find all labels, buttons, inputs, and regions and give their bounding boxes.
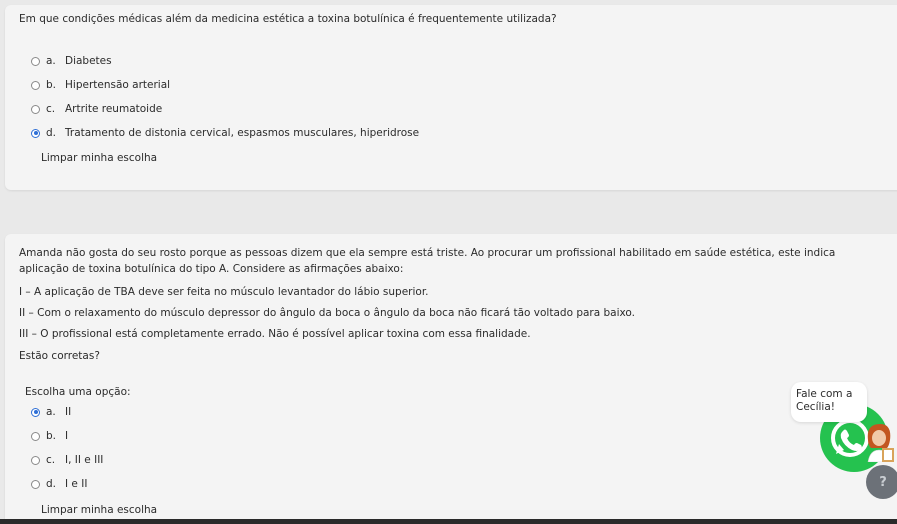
radio-icon[interactable] — [31, 104, 40, 114]
question-card-2: Amanda não gosta do seu rosto porque as … — [5, 234, 897, 524]
option-letter: d. — [46, 478, 57, 490]
statement-2: II – Com o relaxamento do músculo depres… — [19, 307, 635, 319]
choose-option-label: Escolha uma opção: — [25, 386, 131, 398]
radio-icon[interactable] — [31, 56, 40, 66]
chat-speech-bubble[interactable]: Fale com a Cecília! — [791, 382, 867, 422]
radio-icon[interactable] — [31, 431, 40, 441]
question-text-line-2: aplicação de toxina botulínica do tipo A… — [19, 262, 404, 275]
option-a[interactable]: a. Diabetes — [31, 54, 112, 68]
radio-icon[interactable] — [31, 479, 40, 489]
option-label: Artrite reumatoide — [65, 103, 163, 115]
option-c[interactable]: c. Artrite reumatoide — [31, 102, 162, 116]
option-letter: c. — [46, 103, 56, 115]
option-letter: b. — [46, 430, 57, 442]
option-label: II — [65, 406, 72, 418]
radio-icon[interactable] — [31, 455, 40, 465]
clear-choice-link[interactable]: Limpar minha escolha — [41, 152, 157, 164]
option-label: I — [65, 430, 69, 442]
option-c[interactable]: c. I, II e III — [31, 453, 103, 467]
question-text-line-1: Amanda não gosta do seu rosto porque as … — [19, 247, 836, 259]
question-prompt: Estão corretas? — [19, 350, 100, 362]
option-label: I e II — [65, 478, 88, 490]
question-text: Em que condições médicas além da medicin… — [19, 13, 557, 25]
option-letter: b. — [46, 79, 57, 91]
option-label: Hipertensão arterial — [65, 79, 171, 91]
statement-1: I – A aplicação de TBA deve ser feita no… — [19, 286, 429, 298]
option-a[interactable]: a. II — [31, 405, 71, 419]
question-text: Amanda não gosta do seu rosto porque as … — [19, 246, 879, 277]
radio-icon[interactable] — [31, 80, 40, 90]
radio-icon-selected[interactable] — [31, 128, 40, 138]
option-label: Diabetes — [65, 55, 112, 67]
radio-icon-selected[interactable] — [31, 407, 40, 417]
option-d[interactable]: d. Tratamento de distonia cervical, espa… — [31, 126, 419, 140]
option-letter: a. — [46, 406, 56, 418]
bottom-bar — [0, 519, 897, 524]
option-d[interactable]: d. I e II — [31, 477, 87, 491]
option-letter: d. — [46, 127, 57, 139]
option-b[interactable]: b. Hipertensão arterial — [31, 78, 170, 92]
option-letter: c. — [46, 454, 56, 466]
clear-choice-link[interactable]: Limpar minha escolha — [41, 504, 157, 516]
chat-bubble-line-1: Fale com a — [796, 388, 853, 400]
option-label: I, II e III — [65, 454, 104, 466]
help-button[interactable]: ? — [866, 465, 897, 499]
question-card-1: Em que condições médicas além da medicin… — [5, 5, 897, 190]
assistant-avatar — [860, 418, 897, 463]
option-b[interactable]: b. I — [31, 429, 68, 443]
option-label: Tratamento de distonia cervical, espasmo… — [65, 127, 420, 139]
statement-3: III – O profissional está completamente … — [19, 328, 531, 340]
question-mark-icon: ? — [879, 474, 887, 490]
chat-bubble-line-2: Cecília! — [796, 401, 835, 413]
option-letter: a. — [46, 55, 56, 67]
